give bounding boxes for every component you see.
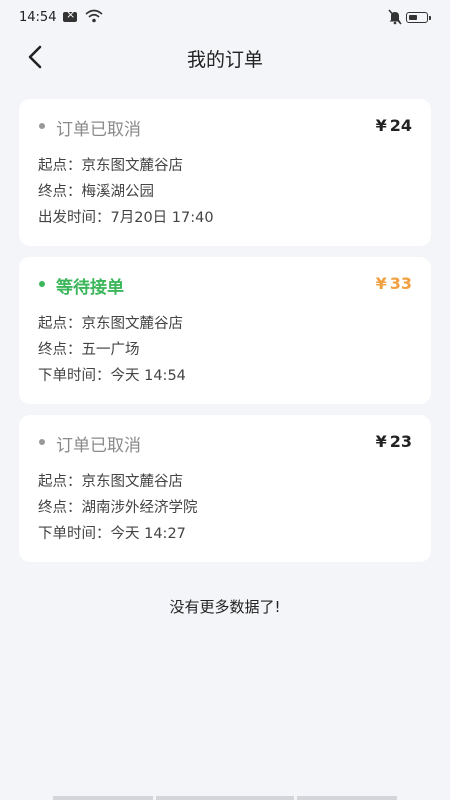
time-row: 出发时间：7月20日 17:40 [38, 206, 214, 227]
currency-symbol: ¥ [375, 116, 387, 135]
time-label: 出发时间： [38, 210, 111, 226]
origin-label: 起点： [38, 474, 82, 490]
page-title: 我的订单 [186, 49, 263, 71]
status-time: 14:54 [19, 10, 57, 25]
time-row: 下单时间：今天 14:54 [38, 364, 186, 385]
destination-value: 湖南涉外经济学院 [81, 500, 198, 516]
origin-label: 起点： [38, 158, 82, 174]
time-label: 下单时间： [38, 368, 111, 384]
order-price: ¥23 [376, 432, 412, 451]
status-dot [39, 439, 45, 445]
gesture-bar-segment [53, 796, 153, 800]
notification-icon [63, 8, 77, 22]
order-status: 订单已取消 [56, 436, 141, 456]
time-value: 7月20日 17:40 [110, 210, 214, 226]
destination-value: 梅溪湖公园 [81, 184, 155, 200]
screen: 14:54 我的订单 订单已取消 [0, 0, 450, 800]
origin-row: 起点：京东图文麓谷店 [38, 312, 183, 333]
mute-bell-icon [388, 9, 402, 29]
order-list: 订单已取消 ¥24 起点：京东图文麓谷店 终点：梅溪湖公园 出发时间：7月20日… [19, 99, 431, 573]
origin-value: 京东图文麓谷店 [81, 316, 184, 332]
order-card[interactable]: 等待接单 ¥33 起点：京东图文麓谷店 终点：五一广场 下单时间：今天 14:5… [19, 257, 431, 404]
order-price: ¥33 [376, 274, 412, 293]
destination-label: 终点： [38, 500, 82, 516]
order-status: 订单已取消 [56, 120, 141, 140]
destination-row: 终点：湖南涉外经济学院 [38, 496, 198, 517]
destination-row: 终点：五一广场 [38, 338, 140, 359]
status-dot [39, 281, 45, 287]
time-value: 今天 14:54 [110, 368, 186, 384]
destination-value: 五一广场 [81, 342, 140, 358]
status-bar: 14:54 [0, 0, 450, 36]
order-card[interactable]: 订单已取消 ¥23 起点：京东图文麓谷店 终点：湖南涉外经济学院 下单时间：今天… [19, 415, 431, 562]
order-price: ¥24 [376, 116, 412, 135]
currency-symbol: ¥ [375, 274, 387, 293]
origin-label: 起点： [38, 316, 82, 332]
order-card[interactable]: 订单已取消 ¥24 起点：京东图文麓谷店 终点：梅溪湖公园 出发时间：7月20日… [19, 99, 431, 246]
battery-icon [406, 12, 431, 23]
destination-label: 终点： [38, 342, 82, 358]
order-status: 等待接单 [56, 278, 124, 298]
price-value: 24 [389, 116, 412, 135]
origin-value: 京东图文麓谷店 [81, 474, 184, 490]
no-more-data-text: 没有更多数据了! [169, 598, 281, 616]
gesture-bar-segment [156, 796, 294, 800]
origin-row: 起点：京东图文麓谷店 [38, 154, 183, 175]
price-value: 33 [389, 274, 412, 293]
currency-symbol: ¥ [375, 432, 387, 451]
time-value: 今天 14:27 [110, 526, 186, 542]
origin-value: 京东图文麓谷店 [81, 158, 184, 174]
destination-label: 终点： [38, 184, 82, 200]
status-dot [39, 123, 45, 129]
origin-row: 起点：京东图文麓谷店 [38, 470, 183, 491]
gesture-bar-segment [297, 796, 397, 800]
time-row: 下单时间：今天 14:27 [38, 522, 186, 543]
time-label: 下单时间： [38, 526, 111, 542]
price-value: 23 [389, 432, 412, 451]
wifi-icon [85, 9, 103, 27]
destination-row: 终点：梅溪湖公园 [38, 180, 154, 201]
nav-bar: 我的订单 [0, 36, 450, 80]
